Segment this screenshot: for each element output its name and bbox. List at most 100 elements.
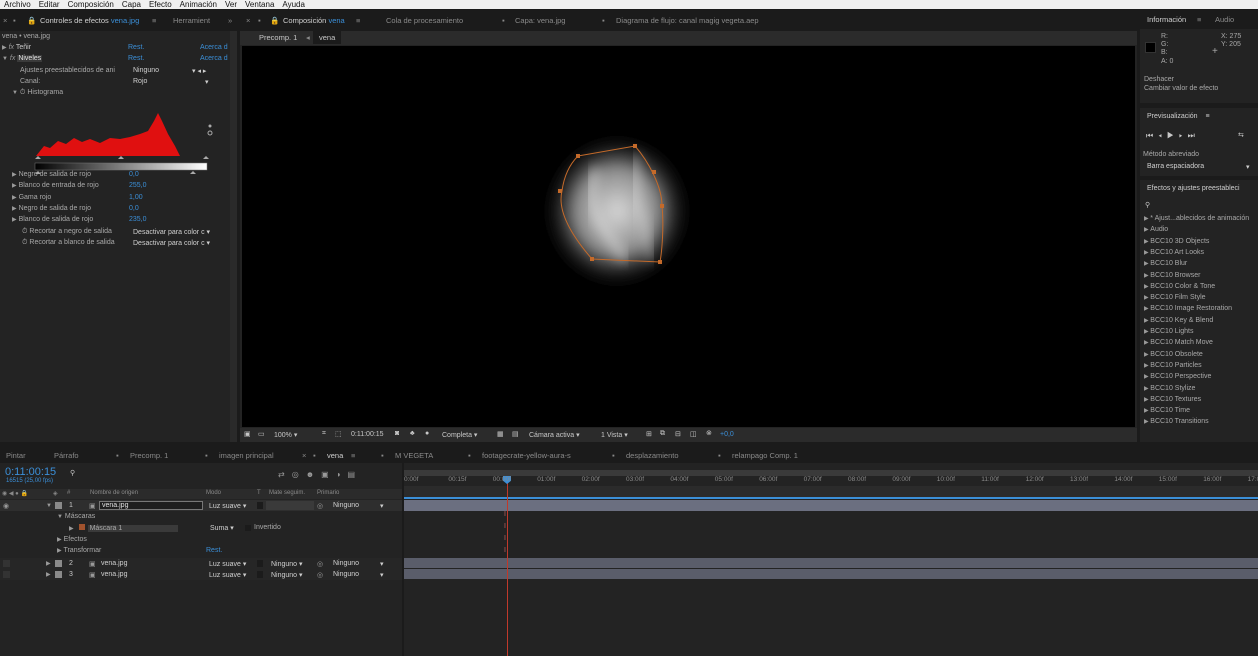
search-icon[interactable]: ⚲ bbox=[1145, 201, 1150, 209]
color-icon[interactable]: ● bbox=[425, 430, 429, 437]
menu-animacion[interactable]: Animación bbox=[176, 0, 221, 9]
masks-group[interactable]: ▼ Máscaras bbox=[57, 513, 95, 520]
tab-effects-controls[interactable]: Controles de efectos vena.jpg bbox=[40, 16, 139, 25]
comp-flow-icon[interactable]: ⇄ bbox=[278, 470, 292, 479]
chevron-down-icon[interactable]: ▾ bbox=[1246, 163, 1250, 171]
parent-dropdown[interactable]: Ninguno bbox=[333, 560, 359, 567]
subtab-vena[interactable]: vena bbox=[313, 31, 342, 44]
effects-list-item[interactable]: ▶ * Ajust...ablecidos de animación bbox=[1144, 215, 1249, 222]
prev-frame-icon[interactable]: ◂ bbox=[1158, 131, 1167, 140]
collapse-icon[interactable]: ▼ bbox=[46, 502, 52, 509]
keyframe-icon[interactable]: I bbox=[504, 511, 506, 518]
tab-displacement[interactable]: desplazamiento bbox=[626, 451, 679, 460]
playback-controls[interactable]: ⏮◂▶▸⏭ bbox=[1146, 131, 1200, 141]
keyframe-icon[interactable]: I bbox=[504, 523, 506, 530]
close-icon[interactable]: × bbox=[302, 451, 306, 460]
pickwhip-icon[interactable]: ◎ bbox=[317, 560, 323, 568]
effects-list-item[interactable]: ▶ BCC10 Obsolete bbox=[1144, 351, 1203, 358]
fx-icon[interactable]: fx bbox=[10, 55, 15, 62]
label-color[interactable] bbox=[55, 502, 62, 509]
effects-list-item[interactable]: ▶ BCC10 Film Style bbox=[1144, 294, 1206, 301]
parent-dropdown[interactable]: Ninguno bbox=[333, 571, 359, 578]
param-output-white[interactable]: ▶ Blanco de salida de rojo bbox=[12, 216, 93, 223]
preserve-transparency[interactable] bbox=[257, 560, 263, 567]
layer-row-2[interactable]: ▶ 2 ▣ vena.jpg Luz suave ▾ Ninguno ▾ ◎ N… bbox=[0, 558, 402, 569]
effects-list-item[interactable]: ▶ BCC10 Key & Blend bbox=[1144, 317, 1213, 324]
collapse-icon[interactable]: ▼ bbox=[2, 56, 8, 62]
menu-composicion[interactable]: Composición bbox=[64, 0, 118, 9]
preserve-transparency[interactable] bbox=[257, 571, 263, 578]
tab-flowchart[interactable]: Diagrama de flujo: canal magig vegeta.ae… bbox=[616, 16, 759, 25]
timeline-timecode[interactable]: 0:11:00:15 bbox=[5, 466, 56, 478]
tab-precomp[interactable]: Precomp. 1 bbox=[130, 451, 168, 460]
subtab-precomp[interactable]: Precomp. 1 bbox=[259, 33, 297, 42]
panel-menu-icon[interactable]: ≡ bbox=[356, 16, 360, 25]
work-area-indicator[interactable] bbox=[404, 497, 1258, 499]
chevron-right-icon[interactable]: » bbox=[228, 16, 232, 25]
comp-canvas[interactable] bbox=[242, 46, 1135, 427]
label-color[interactable] bbox=[55, 560, 62, 567]
motion-blur-icon[interactable]: ◑ bbox=[336, 470, 348, 479]
current-time[interactable]: 0:11:00:15 bbox=[351, 431, 384, 438]
layer-1-bar[interactable] bbox=[404, 500, 1258, 511]
tab-paragraph[interactable]: Párrafo bbox=[54, 451, 79, 460]
region-icon[interactable]: ▣ bbox=[244, 430, 251, 438]
effects-list-item[interactable]: ▶ BCC10 Textures bbox=[1144, 396, 1201, 403]
tint-about-link[interactable]: Acerca d bbox=[200, 44, 228, 51]
stopwatch-icon[interactable]: ⏱ bbox=[22, 239, 27, 246]
panel-menu-icon[interactable]: ≡ bbox=[1197, 15, 1201, 24]
channel-icon[interactable]: ♣ bbox=[410, 430, 415, 437]
flowchart-icon[interactable]: ⊟ bbox=[675, 430, 681, 438]
effect-tint-row[interactable]: ▶ fx Teñir bbox=[2, 44, 31, 51]
tab-render-queue[interactable]: Cola de procesamiento bbox=[386, 16, 463, 25]
search-icon[interactable]: ⚲ bbox=[70, 469, 75, 477]
keyframe-icon[interactable]: I bbox=[504, 547, 506, 554]
first-frame-icon[interactable]: ⏮ bbox=[1146, 131, 1158, 140]
lock-icon[interactable]: 🔒 bbox=[270, 16, 279, 25]
last-frame-icon[interactable]: ⏭ bbox=[1188, 131, 1200, 140]
tab-composition[interactable]: Composición vena bbox=[283, 16, 345, 25]
menu-ventana[interactable]: Ventana bbox=[241, 0, 278, 9]
mode-dropdown[interactable]: Luz suave ▾ bbox=[209, 502, 246, 510]
eye-icon[interactable]: ◉ bbox=[3, 502, 9, 510]
scrollbar[interactable] bbox=[230, 31, 237, 442]
effects-list-item[interactable]: ▶ BCC10 Match Move bbox=[1144, 339, 1213, 346]
presets-dropdown[interactable]: Ninguno bbox=[133, 67, 159, 74]
param-gamma[interactable]: ▶ Gama rojo bbox=[12, 194, 51, 201]
layer-name-field[interactable]: vena.jpg bbox=[99, 501, 203, 510]
parent-dropdown[interactable]: Ninguno bbox=[333, 502, 359, 509]
stopwatch-icon[interactable]: ⏱ bbox=[22, 228, 27, 235]
tab-footagecrate[interactable]: footagecrate-yellow-aura-s bbox=[482, 451, 571, 460]
inverted-checkbox[interactable] bbox=[245, 525, 251, 531]
mode-dropdown[interactable]: Luz suave ▾ bbox=[209, 571, 246, 579]
tab-main-image[interactable]: imagen principal bbox=[219, 451, 274, 460]
effects-list-item[interactable]: ▶ BCC10 Perspective bbox=[1144, 373, 1211, 380]
mode-dropdown[interactable]: Luz suave ▾ bbox=[209, 560, 246, 568]
expand-icon[interactable]: ▶ bbox=[2, 45, 7, 51]
grid-icon[interactable]: ⌗ bbox=[322, 430, 326, 438]
eye-toggle[interactable] bbox=[3, 560, 10, 567]
camera-icon[interactable]: ◙ bbox=[395, 430, 399, 437]
layer-name[interactable]: vena.jpg bbox=[101, 571, 127, 578]
matte-dropdown[interactable] bbox=[266, 501, 314, 510]
levels-reset-link[interactable]: Rest. bbox=[128, 55, 144, 62]
matte-dropdown[interactable]: Ninguno ▾ bbox=[271, 571, 303, 579]
effects-list-item[interactable]: ▶ Audio bbox=[1144, 226, 1168, 233]
effects-list-item[interactable]: ▶ BCC10 Particles bbox=[1144, 362, 1202, 369]
channel-dropdown[interactable]: Rojo bbox=[133, 78, 147, 85]
effects-list-item[interactable]: ▶ BCC10 Image Restoration bbox=[1144, 305, 1232, 312]
layer-name[interactable]: vena.jpg bbox=[101, 560, 127, 567]
play-icon[interactable]: ▶ bbox=[1167, 131, 1179, 140]
tab-m-vegeta[interactable]: M VEGETA bbox=[395, 451, 433, 460]
tab-vena[interactable]: vena bbox=[327, 451, 343, 460]
mask-mode-dropdown[interactable]: Suma ▾ bbox=[210, 524, 234, 532]
camera-dropdown[interactable]: Cámara activa ▾ bbox=[529, 431, 580, 439]
exposure-icon[interactable]: ⊗ bbox=[706, 429, 712, 437]
tab-audio[interactable]: Audio bbox=[1215, 15, 1234, 24]
effects-list-item[interactable]: ▶ BCC10 Browser bbox=[1144, 272, 1200, 279]
label-color[interactable] bbox=[55, 571, 62, 578]
menu-capa[interactable]: Capa bbox=[118, 0, 145, 9]
lock-icon[interactable]: 🔒 bbox=[27, 16, 36, 25]
eye-toggle[interactable] bbox=[3, 571, 10, 578]
effects-list-item[interactable]: ▶ BCC10 Stylize bbox=[1144, 385, 1195, 392]
